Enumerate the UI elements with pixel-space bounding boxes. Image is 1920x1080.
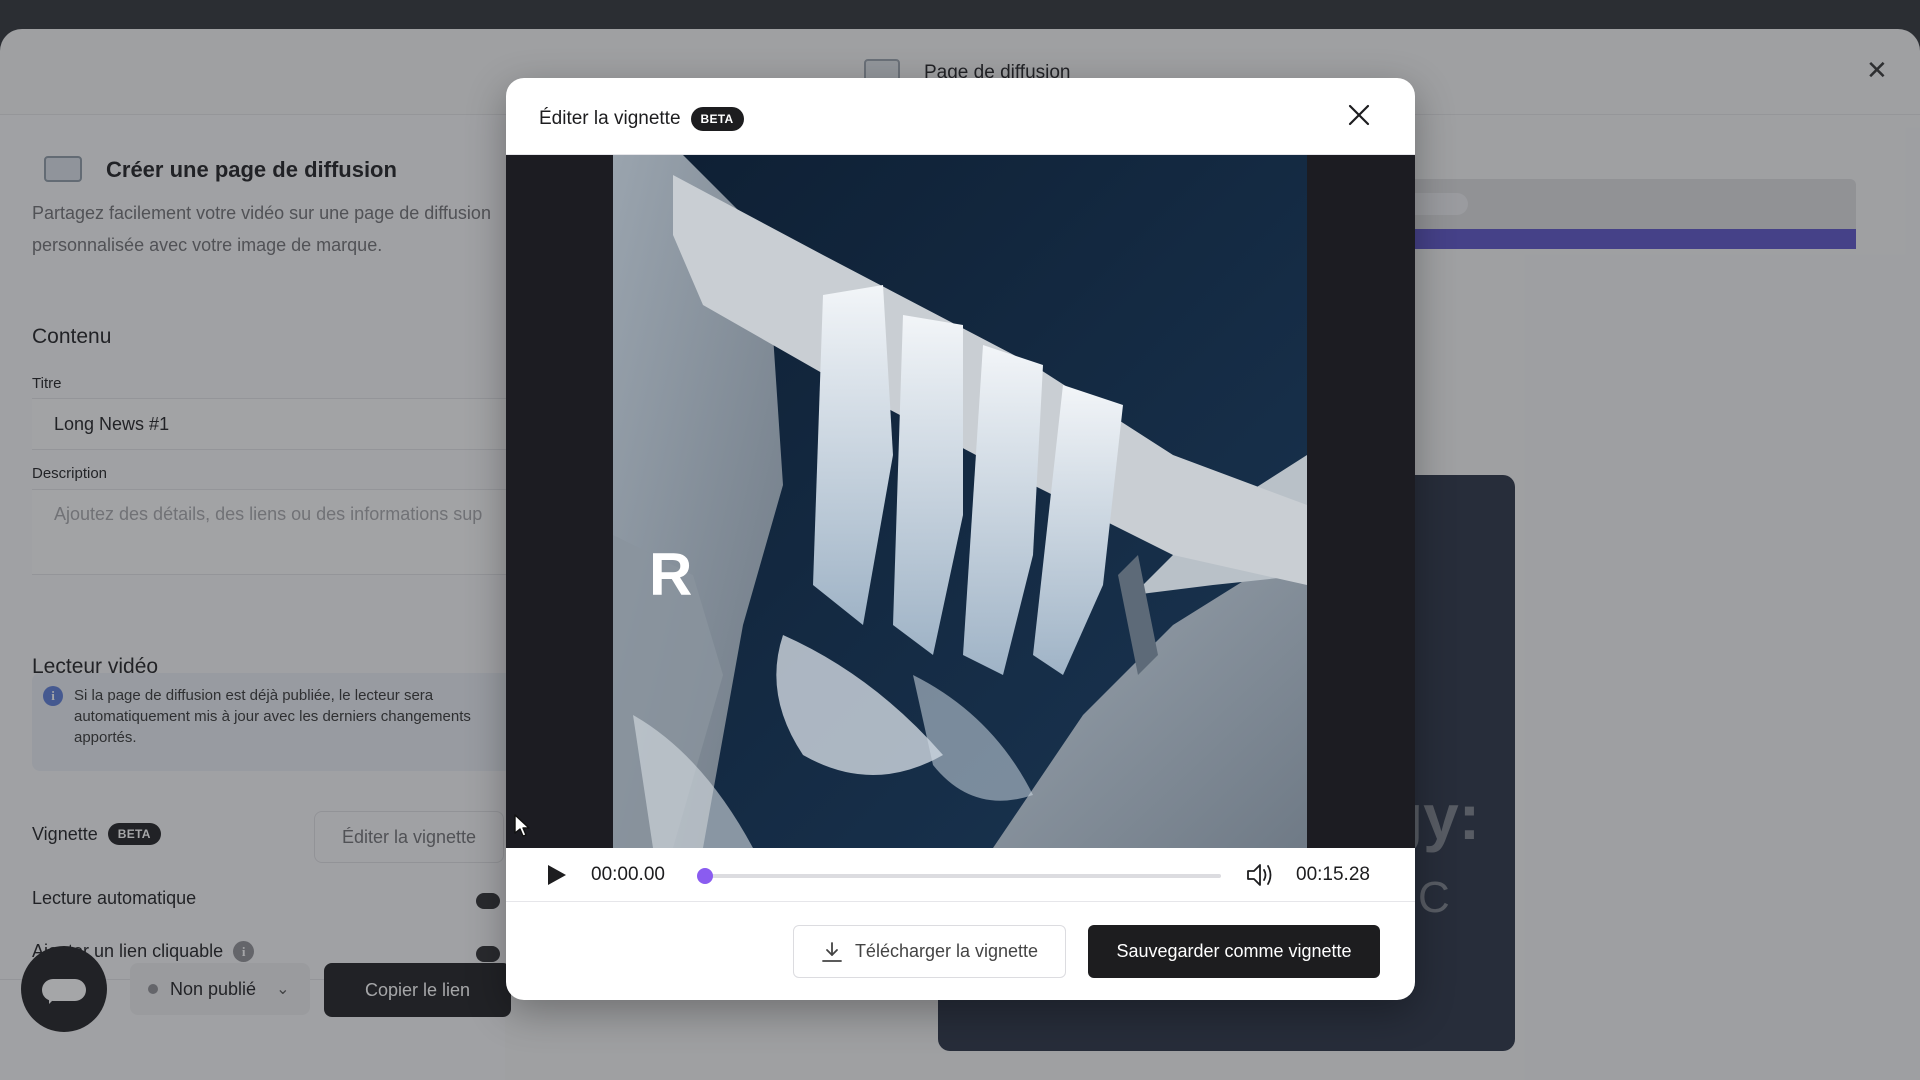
modal-title: Éditer la vignette BETA [539, 107, 744, 131]
volume-icon[interactable] [1245, 862, 1275, 888]
beta-badge: BETA [690, 107, 744, 131]
save-as-thumbnail-button[interactable]: Sauvegarder comme vignette [1088, 925, 1380, 978]
modal-title-text: Éditer la vignette [539, 108, 681, 129]
video-controls: 00:00.00 00:15.28 [506, 848, 1415, 902]
play-icon[interactable] [546, 863, 568, 887]
download-thumbnail-button[interactable]: Télécharger la vignette [793, 925, 1066, 978]
video-frame[interactable]: R [613, 155, 1307, 848]
edit-thumbnail-modal: Éditer la vignette BETA R 00:00.00 00:15… [506, 78, 1415, 1000]
modal-header: Éditer la vignette BETA [506, 78, 1415, 155]
video-stage: R [506, 155, 1415, 848]
total-time: 00:15.28 [1296, 864, 1370, 885]
video-watermark: R [649, 541, 693, 608]
download-icon [822, 941, 842, 962]
download-thumbnail-label: Télécharger la vignette [854, 941, 1039, 961]
progress-handle[interactable] [697, 868, 713, 884]
mouse-cursor-icon [514, 814, 530, 837]
close-icon[interactable] [1344, 100, 1374, 130]
video-still [613, 155, 1307, 848]
current-time: 00:00.00 [591, 864, 665, 885]
progress-track[interactable] [705, 874, 1221, 878]
